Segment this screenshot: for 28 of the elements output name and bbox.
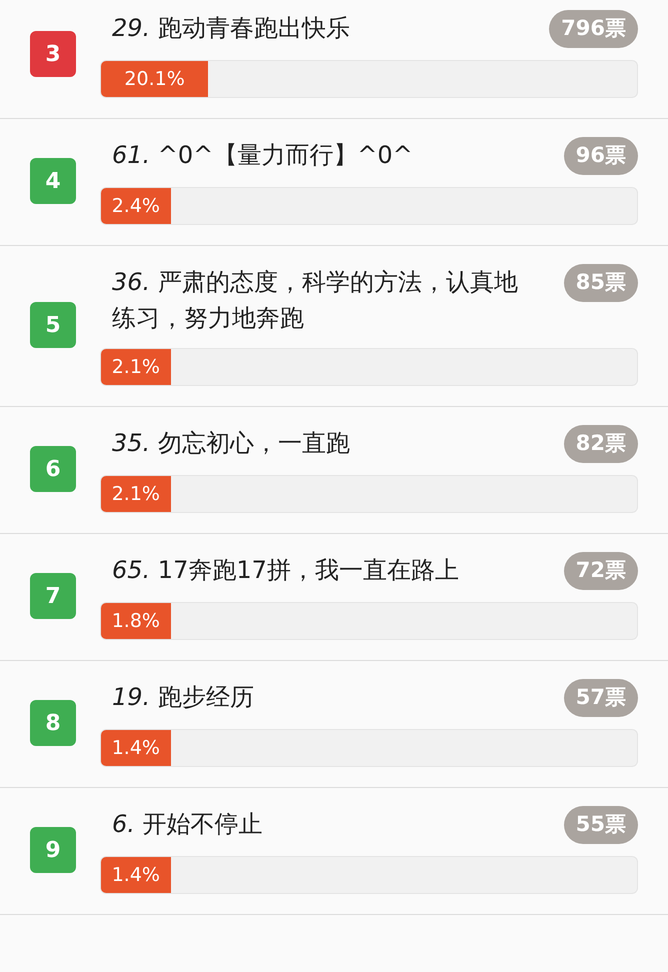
entry-title: 61. ^0^【量力而行】^0^: [112, 140, 414, 171]
vote-count: 85票: [564, 264, 638, 302]
rank-badge: 9: [30, 827, 76, 873]
vote-count: 796票: [549, 10, 638, 48]
percent-label: 2.4%: [112, 194, 160, 219]
vote-count: 82票: [564, 425, 638, 463]
entry-title: 19. 跑步经历: [112, 682, 255, 713]
rank-badge: 8: [30, 700, 76, 746]
rank-badge: 6: [30, 446, 76, 492]
entry-title: 35. 勿忘初心，一直跑: [112, 428, 351, 459]
percent-label: 2.1%: [112, 482, 160, 507]
rank-badge: 7: [30, 573, 76, 619]
entry-title: 6. 开始不停止: [112, 809, 264, 840]
entry-title: 65. 17奔跑17拼，我一直在路上: [112, 555, 460, 586]
entry-title: 36. 严肃的态度，科学的方法，认真地练习，努力地奔跑: [112, 267, 519, 334]
vote-count: 72票: [564, 552, 638, 590]
vote-count: 96票: [564, 137, 638, 175]
entry-title: 29. 跑动青春跑出快乐: [112, 13, 351, 44]
percent-label: 2.1%: [112, 354, 160, 380]
percent-label: 1.8%: [112, 608, 160, 634]
rank-badge: 5: [30, 302, 76, 348]
percent-label: 1.4%: [112, 736, 160, 761]
percent-label: 1.4%: [112, 862, 160, 888]
rank-badge: 3: [30, 31, 76, 77]
vote-count: 57票: [564, 679, 638, 717]
vote-count: 55票: [564, 806, 638, 844]
rank-badge: 4: [30, 158, 76, 204]
percent-label: 20.1%: [124, 66, 185, 92]
